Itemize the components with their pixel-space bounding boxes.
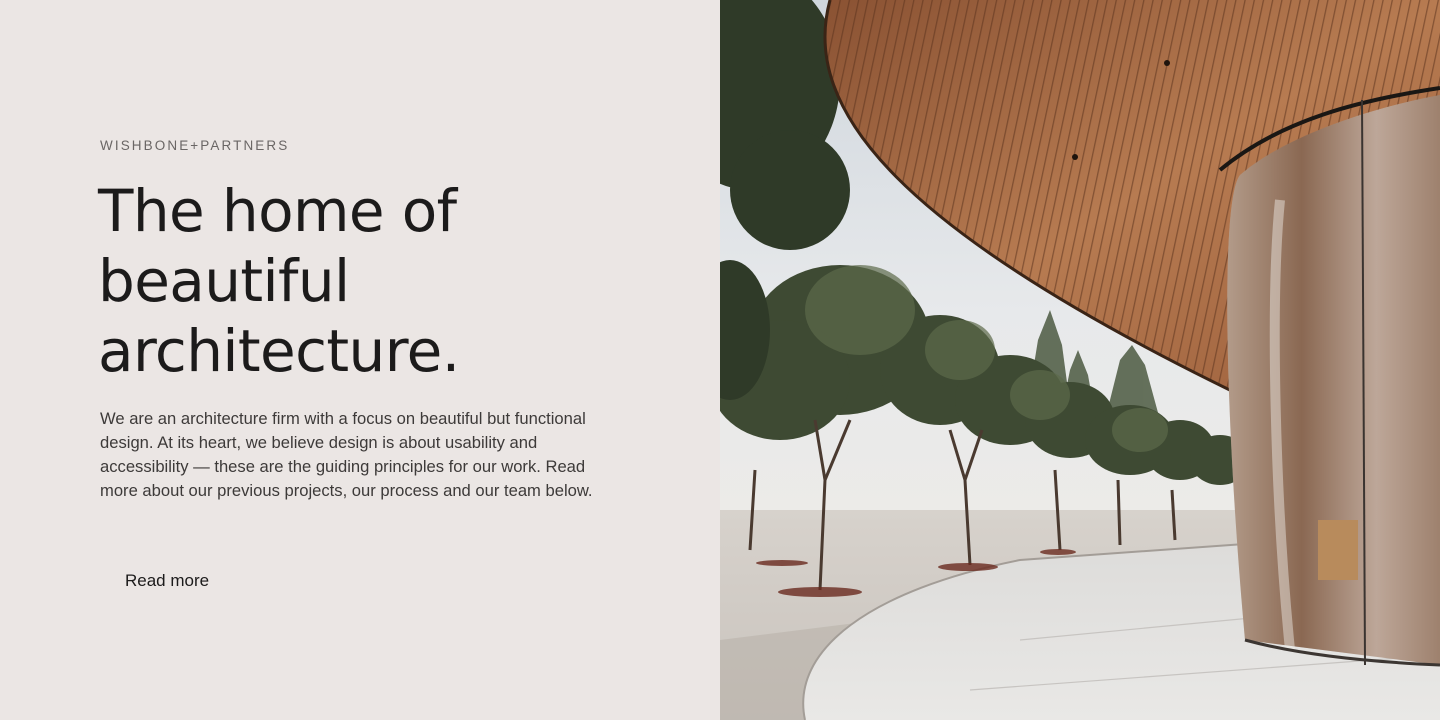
headline-line: The home of [98, 177, 457, 245]
brand-name: WISHBONE+PARTNERS [100, 138, 290, 153]
page: WISHBONE+PARTNERS The home of beautiful … [0, 0, 1440, 720]
read-more-button[interactable]: Read more [100, 562, 234, 600]
hero-text-panel: WISHBONE+PARTNERS The home of beautiful … [0, 0, 720, 720]
hero-image [720, 0, 1440, 720]
hero-headline: The home of beautiful architecture. [98, 176, 618, 386]
headline-line: beautiful [98, 247, 350, 315]
headline-line: architecture. [98, 317, 460, 385]
kiosk [1318, 520, 1358, 580]
architecture-photo [720, 0, 1440, 720]
hero-description: We are an architecture firm with a focus… [100, 409, 593, 500]
